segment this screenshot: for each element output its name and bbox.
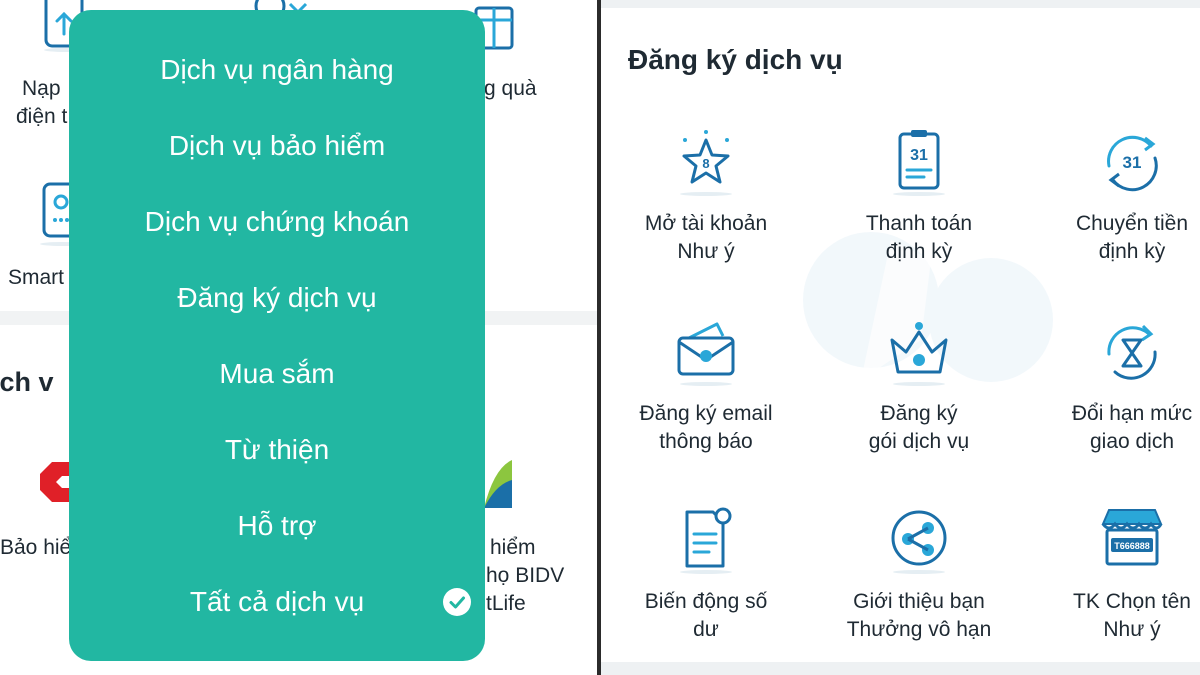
tile-label-line1: Biến động số — [644, 590, 768, 613]
tile-label-line2: Thưởng vô hạn — [846, 618, 992, 641]
menu-item-label: Dịch vụ ngân hàng — [160, 54, 394, 85]
tile-label-line2: định kỳ — [1098, 240, 1166, 263]
tile-label-line2: Như ý — [677, 240, 735, 263]
svg-text:31: 31 — [1123, 153, 1142, 172]
recurring-transfer-icon: 31 — [1107, 135, 1158, 192]
account-number-text: T666888 — [1114, 541, 1150, 551]
tile-label-line2: dư — [693, 618, 719, 641]
tile-service-package[interactable]: Đăng ký gói dịch vụ — [814, 318, 1024, 478]
tile-label-line2: định kỳ — [885, 240, 953, 263]
tile-label-line1: Đăng ký — [880, 402, 958, 425]
tile-label-line2: Như ý — [1103, 618, 1161, 641]
tile-change-limit[interactable]: Đổi hạn mức giao dịch — [1027, 318, 1200, 478]
tile-scheduled-payment[interactable]: 31 Thanh toán định kỳ — [814, 128, 1024, 288]
check-icon — [443, 588, 471, 616]
tile-choose-account-name[interactable]: T666888 TK Chọn tên Như ý — [1027, 506, 1200, 666]
tile-label-line2: giao dịch — [1089, 430, 1175, 453]
tile-open-account[interactable]: 8 Mở tài khoản Như ý — [601, 128, 811, 288]
menu-item-banking[interactable]: Dịch vụ ngân hàng — [69, 40, 485, 100]
metlife-label-line3: tLife — [486, 592, 526, 615]
tile-label-line2: gói dịch vụ — [868, 430, 970, 453]
calendar-31-icon: 31 — [893, 130, 945, 196]
shop-account-icon: T666888 — [1101, 509, 1163, 566]
tile-label-line1: Đăng ký email — [639, 402, 773, 425]
tile-label-line1: TK Chọn tên — [1073, 590, 1191, 613]
menu-item-label: Dịch vụ bảo hiểm — [168, 130, 386, 161]
menu-item-shopping[interactable]: Mua sắm — [69, 344, 485, 404]
menu-item-register[interactable]: Đăng ký dịch vụ — [69, 268, 485, 328]
menu-item-all-services[interactable]: Tất cả dịch vụ — [69, 572, 485, 632]
svg-text:31: 31 — [910, 147, 928, 164]
menu-item-label: Đăng ký dịch vụ — [177, 282, 377, 313]
menu-item-charity[interactable]: Từ thiện — [69, 420, 485, 480]
tile-label-line1: Thanh toán — [865, 212, 973, 235]
menu-item-insurance[interactable]: Dịch vụ bảo hiểm — [69, 116, 485, 176]
crown-icon — [890, 322, 948, 386]
balance-notification-icon — [680, 507, 732, 574]
bottom-separator — [601, 662, 1200, 675]
page-title: Đăng ký dịch vụ — [628, 44, 843, 75]
metlife-label-line1: hiểm — [490, 536, 536, 559]
tile-refer-friend[interactable]: Giới thiệu bạn Thưởng vô hạn — [814, 506, 1024, 666]
tile-label-line2: thông báo — [659, 430, 753, 453]
limit-change-icon — [1107, 324, 1157, 380]
share-icon — [891, 510, 947, 574]
tile-register-email[interactable]: Đăng ký email thông báo — [601, 318, 811, 478]
topup-label-line2: điện t — [16, 105, 68, 128]
metlife-label-line2: họ BIDV — [486, 564, 565, 587]
bidv-metlife-logo[interactable] — [484, 458, 516, 512]
section-heading: ịch v — [0, 367, 54, 397]
smart-label: Smart — [8, 266, 65, 289]
tile-label-line1: Đổi hạn mức — [1071, 402, 1193, 425]
tile-balance-change[interactable]: Biến động số dư — [601, 506, 811, 666]
svg-text:8: 8 — [702, 156, 709, 171]
star-8-icon: 8 — [680, 130, 732, 196]
insurance-label: Bảo hiể — [0, 536, 72, 559]
menu-item-label: Mua sắm — [219, 358, 335, 389]
tile-label-line1: Mở tài khoản — [644, 212, 768, 235]
service-category-menu: Dịch vụ ngân hàng Dịch vụ bảo hiểm Dịch … — [69, 10, 485, 661]
tile-scheduled-transfer[interactable]: 31 Chuyển tiền định kỳ — [1027, 128, 1200, 288]
menu-item-label: Từ thiện — [224, 434, 330, 465]
gift-label: g quà — [484, 77, 537, 100]
tile-label-line1: Giới thiệu bạn — [853, 590, 985, 613]
register-services-panel: Đăng ký dịch vụ 8 Mở tài khoản Như ý 31 T… — [601, 0, 1200, 675]
top-separator — [601, 0, 1200, 8]
tile-label-line1: Chuyển tiền — [1075, 212, 1189, 235]
menu-item-securities[interactable]: Dịch vụ chứng khoán — [69, 192, 485, 252]
menu-item-label: Tất cả dịch vụ — [189, 586, 365, 617]
menu-item-label: Dịch vụ chứng khoán — [144, 206, 410, 237]
email-icon — [677, 322, 735, 386]
menu-item-label: Hỗ trợ — [237, 510, 317, 541]
menu-item-support[interactable]: Hỗ trợ — [69, 496, 485, 556]
topup-label-line1: Nạp — [22, 77, 61, 100]
